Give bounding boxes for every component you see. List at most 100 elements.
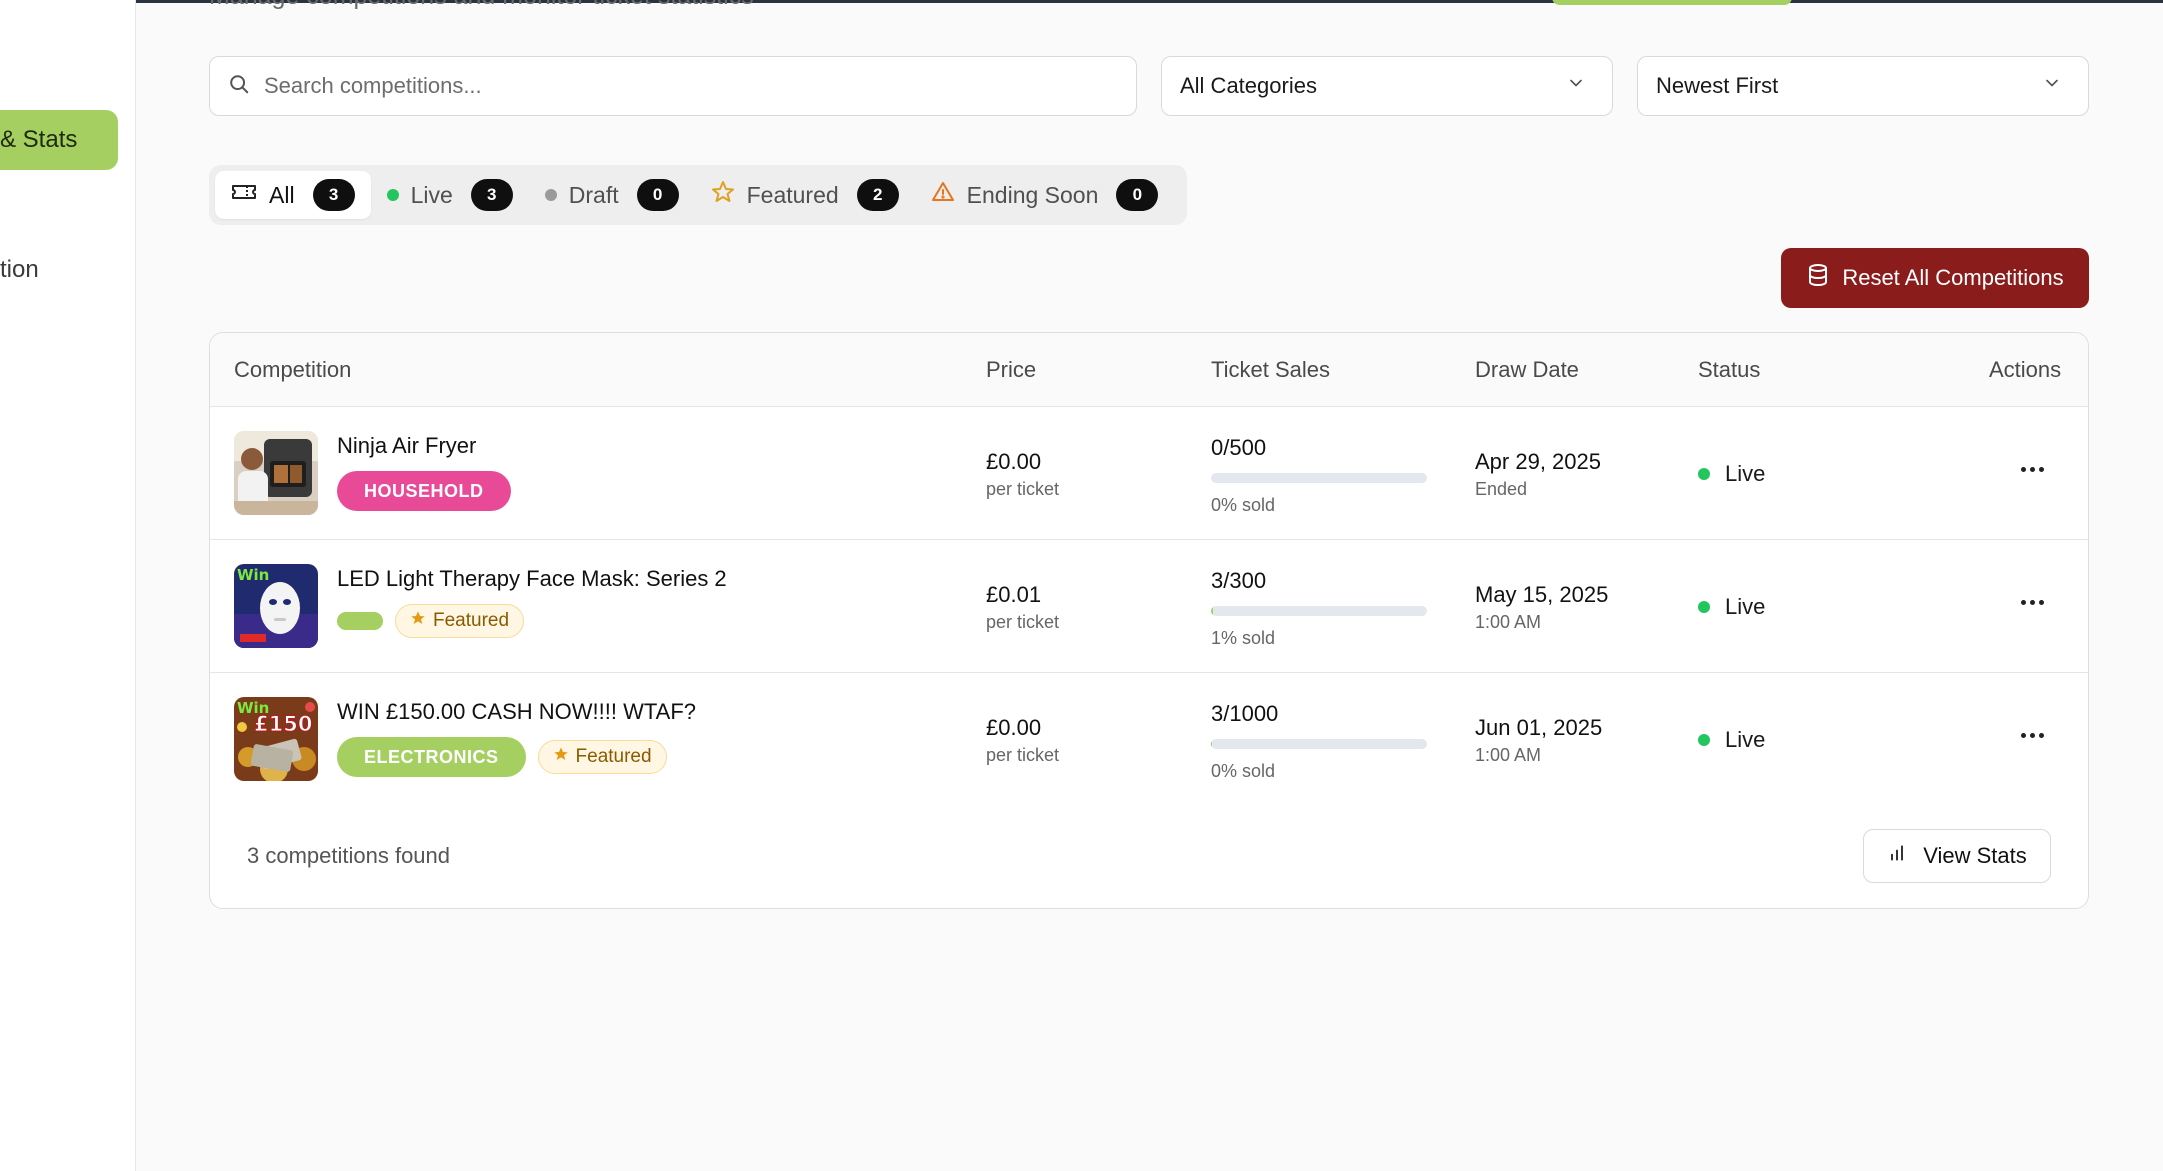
sort-select[interactable]: Newest First [1637,56,2089,116]
sidebar: & Stats tion [0,0,136,1171]
reset-button-label: Reset All Competitions [1842,265,2064,290]
status-dot-icon [1698,468,1710,480]
price-value: £0.01 [986,582,1042,607]
category-select[interactable]: All Categories [1161,56,1613,116]
ticket-sales-value: 3/300 [1211,568,1267,593]
price-unit: per ticket [986,612,1060,632]
results-count: 3 competitions found [247,843,451,868]
tab-featured[interactable]: Featured 2 [695,171,915,219]
tab-draft[interactable]: Draft 0 [529,171,695,219]
category-badge: ELECTRONICS [337,737,526,777]
status-label: Live [1725,594,1766,619]
featured-badge: Featured [537,740,667,774]
competition-thumbnail: Win [234,564,318,648]
tab-count-badge: 2 [856,179,899,211]
status-badge: Live [1698,461,1765,487]
draw-time: 1:00 AM [1475,612,1542,632]
star-icon [553,746,569,768]
sold-percentage: 0% sold [1211,495,1276,515]
more-actions-icon[interactable] [2015,723,2049,747]
tab-count-badge: 3 [470,179,513,211]
table-row[interactable]: Ninja Air Fryer HOUSEHOLD £0.00 per tick… [210,407,2088,540]
price-value: £0.00 [986,715,1042,740]
tab-label: Live [410,181,453,208]
database-icon [1806,263,1830,293]
search-input[interactable] [264,73,1064,99]
header-price: Price [986,357,1037,382]
ticket-sales-value: 3/1000 [1211,701,1279,726]
tab-ending-soon[interactable]: Ending Soon 0 [915,171,1175,219]
ticket-icon [231,181,257,209]
sales-progress-bar [1211,473,1427,483]
view-stats-button[interactable]: View Stats [1863,829,2051,883]
status-badge: Live [1698,727,1765,753]
chevron-down-icon [2042,73,2062,99]
sold-percentage: 1% sold [1211,628,1276,648]
live-dot-icon [386,189,399,201]
category-badge [337,612,383,630]
status-dot-icon [1698,601,1710,613]
warning-icon [931,180,955,210]
more-actions-icon[interactable] [2015,590,2049,614]
header-actions: Actions [1989,357,2062,382]
table-row[interactable]: Win £150 WIN £150.00 CASH NOW!!!! WTAF? … [210,673,2088,806]
header-ticket-sales: Ticket Sales [1211,357,1331,382]
competition-thumbnail: Win £150 [234,697,318,781]
draw-date: Apr 29, 2025 [1475,449,1601,474]
header-status: Status [1698,357,1761,382]
table-row[interactable]: Win LED Light Therapy Face Mask: Series … [210,540,2088,673]
tab-count-badge: 0 [636,179,679,211]
tab-count-badge: 3 [312,179,355,211]
create-button[interactable] [1552,0,1792,5]
draft-dot-icon [544,189,557,201]
view-stats-label: View Stats [1923,843,2027,868]
sold-percentage: 0% sold [1211,761,1276,781]
sales-progress-bar [1211,739,1427,749]
chevron-down-icon [1566,73,1586,99]
tab-live[interactable]: Live 3 [371,171,529,219]
sidebar-item-stats[interactable]: & Stats [0,110,118,170]
draw-date: May 15, 2025 [1475,582,1609,607]
competition-thumbnail [234,431,318,515]
status-label: Live [1725,461,1766,486]
tab-label: Draft [568,181,619,208]
search-box[interactable] [209,56,1137,116]
competitions-table: Competition Price Ticket Sales Draw Date… [209,332,2089,909]
featured-badge: Featured [395,604,525,638]
sidebar-item-competition[interactable]: tion [0,256,39,284]
featured-label: Featured [433,610,510,631]
draw-time: 1:00 AM [1475,745,1542,765]
category-select-value: All Categories [1180,73,1317,98]
sales-progress-bar [1211,606,1427,616]
status-dot-icon [1698,734,1710,746]
tab-label: Ending Soon [966,181,1099,208]
thumbnail-amount: £150 [254,712,312,736]
competition-name[interactable]: Ninja Air Fryer [337,433,476,459]
search-icon [228,73,250,100]
price-value: £0.00 [986,449,1042,474]
featured-label: Featured [575,746,652,767]
page-subtitle: Manage competitions and monitor ticket s… [209,0,754,11]
draw-time: Ended [1475,479,1528,499]
more-actions-icon[interactable] [2015,457,2049,481]
price-unit: per ticket [986,479,1060,499]
header-draw-date: Draw Date [1475,357,1579,382]
star-icon [410,610,426,632]
reset-all-button[interactable]: Reset All Competitions [1781,248,2089,308]
tab-all[interactable]: All 3 [215,171,371,219]
sort-select-value: Newest First [1656,73,1779,98]
competition-name[interactable]: WIN £150.00 CASH NOW!!!! WTAF? [337,699,696,725]
table-header: Competition Price Ticket Sales Draw Date… [210,333,2088,407]
header-competition: Competition [234,357,352,382]
ticket-sales-value: 0/500 [1211,435,1267,460]
competition-name[interactable]: LED Light Therapy Face Mask: Series 2 [337,566,727,592]
status-badge: Live [1698,594,1765,620]
draw-date: Jun 01, 2025 [1475,715,1603,740]
thumbnail-label: Win [237,566,269,584]
star-icon [711,180,735,210]
filter-tabs: All 3 Live 3 Draft 0 Featured 2 Ending S… [209,165,1187,225]
tab-label: All [269,181,295,208]
tab-count-badge: 0 [1116,179,1159,211]
price-unit: per ticket [986,745,1060,765]
status-label: Live [1725,727,1766,752]
